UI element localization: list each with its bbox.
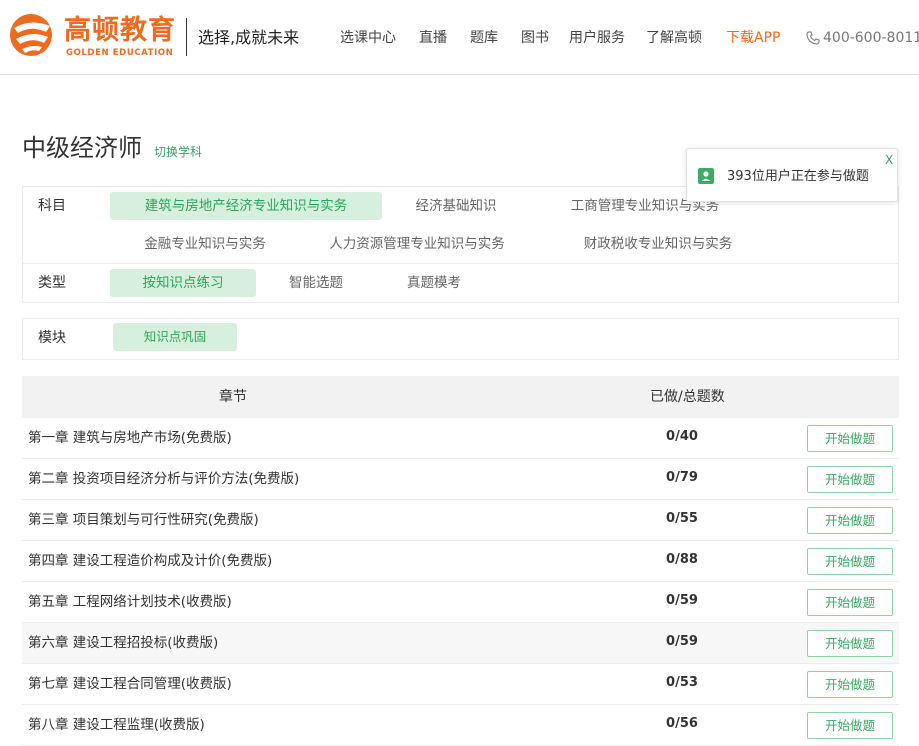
module-panel: 模块 知识点巩固 — [22, 318, 899, 360]
chapter-progress: 0/40 — [666, 429, 698, 444]
logo-divider — [186, 18, 187, 56]
close-icon[interactable]: X — [885, 153, 893, 167]
nav-item-course-center[interactable]: 选课中心 — [340, 28, 396, 48]
table-row: 第五章 工程网络计划技术(收费版) 0/59 开始做题 — [22, 582, 899, 623]
user-glyph-icon — [701, 171, 711, 181]
start-practice-button[interactable]: 开始做题 — [807, 466, 893, 493]
col-header-chapter: 章节 — [219, 389, 247, 405]
table-row: 第三章 项目策划与可行性研究(免费版) 0/55 开始做题 — [22, 500, 899, 541]
subject-label: 科目 — [38, 198, 66, 214]
chapter-progress: 0/55 — [666, 511, 698, 526]
start-practice-button[interactable]: 开始做题 — [807, 712, 893, 739]
subject-option-human-resources[interactable]: 人力资源管理专业知识与实务 — [317, 230, 517, 258]
subject-option-economic-basics[interactable]: 经济基础知识 — [398, 192, 514, 220]
subject-option-finance[interactable]: 金融专业知识与实务 — [123, 230, 287, 258]
active-users-toast: X 393位用户正在参与做题 — [686, 148, 898, 202]
phone-icon — [806, 31, 820, 45]
site-header: 高顿教育 GOLDEN EDUCATION 选择,成就未来 选课中心 直播 题库… — [0, 0, 919, 75]
switch-subject-link[interactable]: 切换学科 — [154, 143, 202, 160]
filter-divider — [23, 263, 898, 264]
nav-item-download-app[interactable]: 下载APP — [726, 28, 780, 48]
type-option-past-exams[interactable]: 真题模考 — [394, 269, 474, 297]
start-practice-button[interactable]: 开始做题 — [807, 425, 893, 452]
start-practice-button[interactable]: 开始做题 — [807, 548, 893, 575]
start-practice-button[interactable]: 开始做题 — [807, 671, 893, 698]
chapter-progress: 0/56 — [666, 716, 698, 731]
user-icon — [698, 168, 714, 184]
logo-text: 高顿教育 — [64, 15, 176, 46]
hotline: 400-600-8011 — [806, 28, 919, 48]
chapter-progress: 0/53 — [666, 675, 698, 690]
type-option-smart-select[interactable]: 智能选题 — [276, 269, 356, 297]
chapter-progress: 0/88 — [666, 552, 698, 567]
table-row: 第一章 建筑与房地产市场(免费版) 0/40 开始做题 — [22, 418, 899, 459]
logo-mark-icon — [10, 14, 52, 56]
chapter-title: 第二章 投资项目经济分析与评价方法(免费版) — [28, 471, 300, 487]
col-header-progress: 已做/总题数 — [650, 389, 725, 405]
table-row: 第六章 建设工程招投标(收费版) 0/59 开始做题 — [22, 623, 899, 664]
chapter-progress: 0/59 — [666, 593, 698, 608]
page-title: 中级经济师 — [22, 134, 142, 162]
chapter-title: 第八章 建设工程监理(收费版) — [28, 717, 205, 733]
start-practice-button[interactable]: 开始做题 — [807, 507, 893, 534]
filter-panel: 科目 建筑与房地产经济专业知识与实务 经济基础知识 工商管理专业知识与实务 金融… — [22, 186, 899, 303]
chapter-title: 第一章 建筑与房地产市场(免费版) — [28, 430, 232, 446]
chapter-title: 第四章 建设工程造价构成及计价(免费版) — [28, 553, 273, 569]
chapter-title: 第三章 项目策划与可行性研究(免费版) — [28, 512, 259, 528]
nav-item-about[interactable]: 了解高顿 — [646, 28, 702, 48]
subject-option-fiscal-tax[interactable]: 财政税收专业知识与实务 — [558, 230, 758, 258]
slogan: 选择,成就未来 — [198, 28, 300, 47]
table-row: 第七章 建设工程合同管理(收费版) 0/53 开始做题 — [22, 664, 899, 705]
chapter-title: 第七章 建设工程合同管理(收费版) — [28, 676, 232, 692]
phone-number: 400-600-8011 — [823, 30, 919, 46]
nav-item-books[interactable]: 图书 — [521, 28, 549, 48]
start-practice-button[interactable]: 开始做题 — [807, 589, 893, 616]
type-label: 类型 — [38, 275, 66, 291]
logo[interactable]: 高顿教育 GOLDEN EDUCATION — [6, 10, 176, 60]
toast-message: 393位用户正在参与做题 — [727, 169, 869, 184]
type-option-by-knowledge[interactable]: 按知识点练习 — [110, 269, 256, 297]
chapter-progress: 0/59 — [666, 634, 698, 649]
subject-option-construction[interactable]: 建筑与房地产经济专业知识与实务 — [110, 192, 382, 220]
chapter-title: 第五章 工程网络计划技术(收费版) — [28, 594, 232, 610]
logo-subtext: GOLDEN EDUCATION — [66, 48, 174, 58]
chapter-progress: 0/79 — [666, 470, 698, 485]
nav-item-user-service[interactable]: 用户服务 — [569, 28, 625, 48]
table-row: 第八章 建设工程监理(收费版) 0/56 开始做题 — [22, 705, 899, 746]
table-row: 第四章 建设工程造价构成及计价(免费版) 0/88 开始做题 — [22, 541, 899, 582]
chapter-table: 章节 已做/总题数 第一章 建筑与房地产市场(免费版) 0/40 开始做题 第二… — [22, 376, 899, 746]
table-header: 章节 已做/总题数 — [22, 376, 899, 418]
start-practice-button[interactable]: 开始做题 — [807, 630, 893, 657]
module-label: 模块 — [38, 330, 66, 346]
module-option-consolidation[interactable]: 知识点巩固 — [113, 323, 237, 351]
nav-item-live[interactable]: 直播 — [419, 28, 447, 48]
chapter-title: 第六章 建设工程招投标(收费版) — [28, 635, 219, 651]
table-row: 第二章 投资项目经济分析与评价方法(免费版) 0/79 开始做题 — [22, 459, 899, 500]
nav-item-question-bank[interactable]: 题库 — [470, 28, 498, 48]
